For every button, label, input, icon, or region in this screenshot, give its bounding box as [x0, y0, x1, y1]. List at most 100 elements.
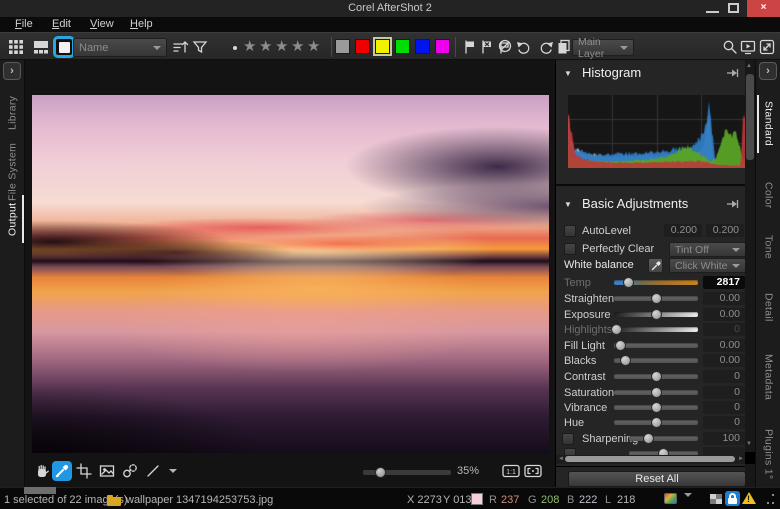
vibrance-slider-handle[interactable] [651, 402, 662, 413]
straighten-tool-button[interactable] [144, 462, 162, 480]
color-swatch-blue[interactable] [415, 39, 430, 54]
fullscreen-button[interactable] [757, 37, 777, 57]
tool-options-dropdown[interactable] [164, 462, 182, 480]
contrast-slider-handle[interactable] [651, 371, 662, 382]
saturation-slider-handle[interactable] [651, 387, 662, 398]
clipped-row-checkbox[interactable] [564, 448, 576, 455]
sort-field-select[interactable]: Name [73, 38, 167, 57]
minimize-button[interactable] [706, 4, 719, 13]
autolevel-checkbox[interactable] [564, 225, 576, 237]
tab-color[interactable]: Color [756, 178, 780, 212]
sharpening-value[interactable]: 100 [703, 432, 745, 445]
perfectly-clear-checkbox[interactable] [564, 243, 576, 255]
warning-icon[interactable] [742, 492, 756, 504]
slideshow-button[interactable] [738, 37, 758, 57]
tab-plugins-1[interactable]: Plugins 1° [756, 425, 780, 483]
zoom-100-button[interactable]: 1:1 [502, 462, 520, 480]
layers-button[interactable] [554, 37, 574, 57]
tab-tone[interactable]: Tone [756, 231, 780, 263]
star-1[interactable]: ★ [243, 38, 256, 56]
temp-value[interactable]: 2817 [703, 276, 745, 289]
star-4[interactable]: ★ [291, 38, 304, 56]
panel-horizontal-scrollbar[interactable]: ◄ ► [556, 455, 746, 464]
resize-grip[interactable] [762, 494, 776, 506]
maximize-button[interactable] [728, 3, 739, 13]
highlights-slider[interactable] [614, 327, 698, 332]
color-swatch-magenta[interactable] [435, 39, 450, 54]
highlights-slider-handle[interactable] [611, 324, 622, 335]
layer-select[interactable]: Main Layer [572, 39, 634, 56]
filmstrip-view-button[interactable] [31, 37, 51, 57]
collapse-triangle-icon[interactable]: ▼ [564, 200, 572, 209]
color-swatch-red[interactable] [355, 39, 370, 54]
fill-light-value[interactable]: 0.00 [703, 339, 745, 352]
exposure-slider-handle[interactable] [651, 309, 662, 320]
folder-name[interactable]: wallpaper [126, 494, 173, 506]
close-button[interactable]: × [747, 0, 780, 17]
vertical-scroll-thumb[interactable] [746, 74, 754, 160]
tab-metadata[interactable]: Metadata [756, 348, 780, 406]
crop-tool-button[interactable] [75, 462, 93, 480]
undo-button[interactable] [514, 37, 534, 57]
menu-edit[interactable]: Edit [52, 18, 71, 30]
zoom-slider-handle[interactable] [375, 467, 386, 478]
color-swatch-yellow[interactable] [375, 39, 390, 54]
color-profile-icon[interactable] [664, 493, 677, 504]
flag-clear-button[interactable] [494, 37, 514, 57]
pin-icon[interactable] [726, 68, 739, 81]
blacks-slider-handle[interactable] [620, 355, 631, 366]
star-3[interactable]: ★ [275, 38, 288, 56]
lock-icon[interactable] [725, 491, 740, 506]
photo-sunset-lake[interactable] [32, 95, 549, 453]
menu-file[interactable]: File [15, 18, 33, 30]
reset-all-button[interactable]: Reset All [568, 471, 746, 487]
redo-button[interactable] [536, 37, 556, 57]
temp-slider-handle[interactable] [623, 277, 634, 288]
pin-icon[interactable] [726, 199, 739, 212]
chevron-down-icon[interactable] [684, 497, 692, 509]
rating-none-dot[interactable] [233, 46, 237, 50]
sharpening-checkbox[interactable] [562, 433, 574, 445]
panel-vertical-scrollbar[interactable]: ▲ ▼ [745, 60, 755, 487]
fill-light-slider[interactable] [614, 343, 698, 348]
tab-detail[interactable]: Detail [756, 288, 780, 327]
clipped-row-value[interactable] [703, 447, 745, 455]
filename[interactable]: 1347194253753.jpg [176, 494, 273, 506]
scroll-left-arrow-icon[interactable]: ◄ [558, 456, 564, 463]
pan-tool-button[interactable] [33, 462, 51, 480]
collapse-triangle-icon[interactable]: ▼ [564, 69, 572, 78]
search-button[interactable] [720, 37, 740, 57]
color-swatch-gray[interactable] [335, 39, 350, 54]
vibrance-value[interactable]: 0 [703, 401, 745, 414]
exposure-value[interactable]: 0.00 [703, 308, 745, 321]
heal-clone-tool-button[interactable] [121, 462, 139, 480]
saturation-value[interactable]: 0 [703, 386, 745, 399]
blacks-value[interactable]: 0.00 [703, 354, 745, 367]
highlights-value[interactable]: 0 [703, 323, 745, 336]
straighten-slider-handle[interactable] [651, 293, 662, 304]
fit-to-screen-button[interactable] [524, 462, 542, 480]
expand-left-panel-button[interactable]: › [3, 62, 21, 80]
thumbnail-grid-view-button[interactable] [6, 37, 26, 57]
scroll-right-arrow-icon[interactable]: ► [738, 456, 744, 463]
scroll-up-arrow-icon[interactable]: ▲ [746, 63, 752, 69]
expand-right-panel-button[interactable]: › [759, 62, 777, 80]
sharpening-slider[interactable] [629, 436, 698, 441]
color-swatch-green[interactable] [395, 39, 410, 54]
star-2[interactable]: ★ [259, 38, 272, 56]
scroll-down-arrow-icon[interactable]: ▼ [746, 441, 752, 447]
white-balance-dropper-button[interactable] [648, 258, 663, 273]
filter-button[interactable] [190, 37, 210, 57]
white-balance-dropper-tool-button[interactable] [52, 461, 72, 481]
contrast-value[interactable]: 0 [703, 370, 745, 383]
straighten-value[interactable]: 0.00 [703, 292, 745, 305]
sharpening-slider-handle[interactable] [643, 433, 654, 444]
tab-library[interactable]: Library [0, 92, 25, 134]
tab-standard[interactable]: Standard [756, 95, 780, 153]
single-image-view-button[interactable] [53, 36, 75, 58]
autolevel-value-2[interactable]: 0.200 [706, 224, 744, 237]
redeye-tool-button[interactable] [98, 462, 116, 480]
zoom-slider[interactable] [363, 470, 451, 475]
menu-view[interactable]: View [90, 18, 114, 30]
horizontal-scroll-thumb[interactable] [565, 456, 735, 462]
